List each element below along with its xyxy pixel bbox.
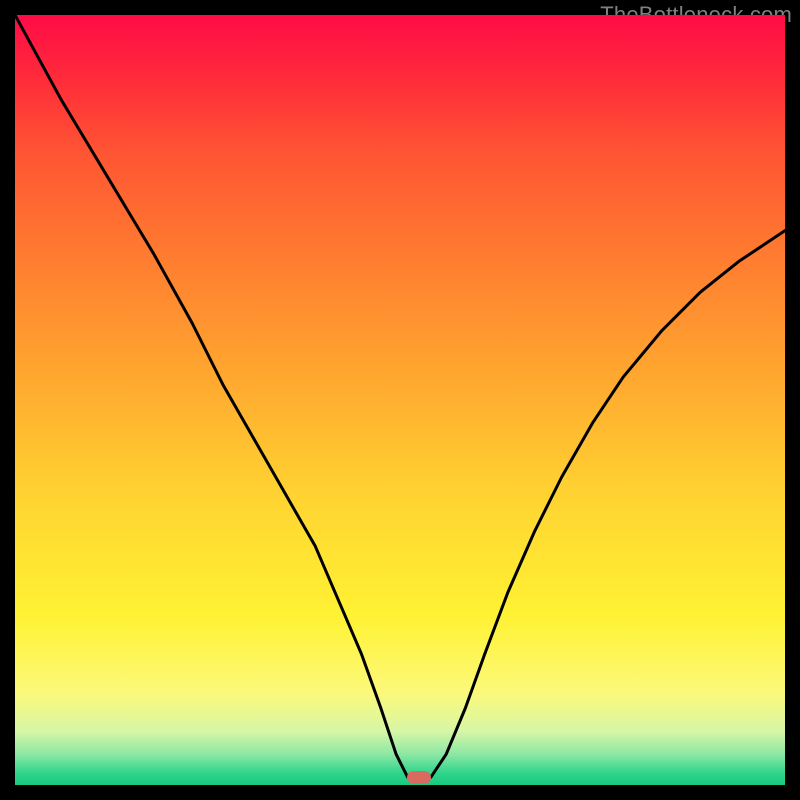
chart-frame: TheBottleneck.com <box>0 0 800 800</box>
bottleneck-curve <box>15 15 785 785</box>
curve-path <box>15 15 785 777</box>
optimum-marker <box>407 771 431 784</box>
plot-area <box>15 15 785 785</box>
